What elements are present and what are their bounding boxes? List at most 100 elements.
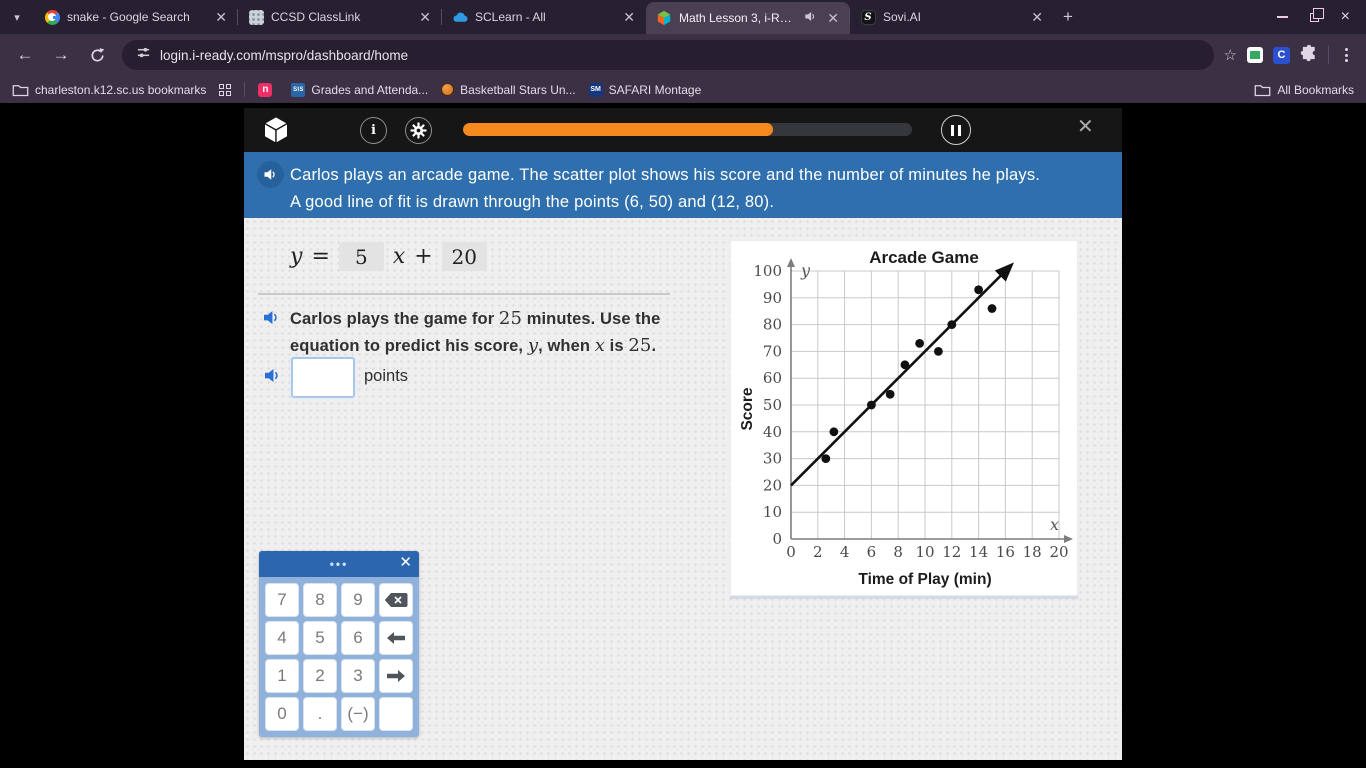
browser-menu-button[interactable] xyxy=(1339,44,1354,66)
c-extension-icon[interactable]: C xyxy=(1273,47,1290,64)
tab-math-lesson-iready-active[interactable]: Math Lesson 3, i-Ready ✕ xyxy=(646,2,850,34)
bookmark-item-n[interactable]: n xyxy=(258,83,278,97)
prompt-speaker-icon[interactable] xyxy=(257,161,284,188)
tab-title: Sovi.AI xyxy=(883,10,1021,24)
question-text-part: equation to predict his score, xyxy=(290,337,528,355)
number-keypad: ••• ✕ 789 456 123 0.(−) xyxy=(259,551,419,737)
pause-button[interactable] xyxy=(941,115,971,145)
svg-text:2: 2 xyxy=(813,543,823,561)
keypad-drag-handle[interactable]: ••• xyxy=(259,557,419,571)
svg-text:20: 20 xyxy=(1049,543,1068,561)
lesson-progress-fill xyxy=(463,123,773,136)
svg-text:20: 20 xyxy=(763,476,782,494)
keypad-key-5[interactable]: 5 xyxy=(303,621,337,655)
bookmark-item-grades[interactable]: SIS Grades and Attenda... xyxy=(291,83,428,97)
svg-text:14: 14 xyxy=(969,543,988,561)
keypad-arrow-right-key[interactable] xyxy=(379,659,413,693)
site-info-icon[interactable] xyxy=(136,45,151,65)
window-close-button[interactable]: × xyxy=(1341,9,1350,25)
extensions-puzzle-icon[interactable] xyxy=(1300,44,1318,67)
tab-audio-icon[interactable] xyxy=(804,11,817,25)
tab-close-icon[interactable]: ✕ xyxy=(416,9,434,25)
tab-title: SCLearn - All xyxy=(475,10,613,24)
window-minimize-button[interactable] xyxy=(1277,16,1288,18)
tab-close-icon[interactable]: ✕ xyxy=(824,10,842,26)
managed-bookmarks-folder[interactable]: charleston.k12.sc.us bookmarks xyxy=(12,83,206,97)
sclearn-favicon-icon xyxy=(452,9,468,25)
bookmark-star-icon[interactable]: ☆ xyxy=(1224,46,1237,64)
tab-sclearn[interactable]: SCLearn - All ✕ xyxy=(442,0,646,34)
back-button[interactable]: ← xyxy=(10,40,40,70)
all-bookmarks-label: All Bookmarks xyxy=(1277,83,1354,97)
equation-y-var: y xyxy=(290,244,302,269)
keypad-key-0[interactable]: 0 xyxy=(265,697,299,731)
question-text: Carlos plays the game for 25 minutes. Us… xyxy=(290,306,660,359)
question-text-part: minutes. Use the xyxy=(522,310,660,328)
prompt-line-2: A good line of fit is drawn through the … xyxy=(290,189,1040,216)
y-axis-symbol: y xyxy=(801,261,810,280)
tab-title: CCSD ClassLink xyxy=(271,10,409,24)
url-text: login.i-ready.com/mspro/dashboard/home xyxy=(160,48,408,63)
question-prompt-banner: Carlos plays an arcade game. The scatter… xyxy=(244,152,1122,218)
keypad-key-1[interactable]: 1 xyxy=(265,659,299,693)
prompt-line-1: Carlos plays an arcade game. The scatter… xyxy=(290,162,1040,189)
reload-button[interactable] xyxy=(82,40,112,70)
window-controls: × xyxy=(1261,0,1366,34)
all-bookmarks-button[interactable]: All Bookmarks xyxy=(1254,83,1354,97)
answer-input[interactable] xyxy=(291,357,355,398)
page-content: i ✕ Carlos plays an arcade game. The sca… xyxy=(0,103,1366,768)
keypad-key-4[interactable]: 4 xyxy=(265,621,299,655)
apps-grid-icon[interactable] xyxy=(219,84,231,96)
sis-bookmark-icon: SIS xyxy=(291,83,305,97)
keypad-arrow-left-key[interactable] xyxy=(379,621,413,655)
question-math: 25 xyxy=(628,335,651,356)
new-tab-button[interactable]: + xyxy=(1054,0,1082,34)
svg-text:18: 18 xyxy=(1023,543,1042,561)
svg-text:16: 16 xyxy=(996,543,1015,561)
address-bar[interactable]: login.i-ready.com/mspro/dashboard/home xyxy=(122,40,1214,70)
keypad-empty-key xyxy=(379,697,413,731)
iready-lesson-window: i ✕ Carlos plays an arcade game. The sca… xyxy=(244,108,1122,760)
keypad-key-8[interactable]: 8 xyxy=(303,583,337,617)
sovi-favicon-icon: S xyxy=(860,9,876,25)
basketball-bookmark-icon xyxy=(441,83,454,96)
svg-text:90: 90 xyxy=(763,289,782,307)
keypad-header[interactable]: ••• ✕ xyxy=(259,551,419,577)
keypad-key-6[interactable]: 6 xyxy=(341,621,375,655)
lesson-close-button[interactable]: ✕ xyxy=(1077,117,1094,137)
bookmarks-separator xyxy=(244,82,245,97)
tab-snake-google-search[interactable]: snake - Google Search ✕ xyxy=(34,0,238,34)
tab-sovi-ai[interactable]: S Sovi.AI ✕ xyxy=(850,0,1054,34)
section-divider xyxy=(258,293,670,295)
keypad-key-7[interactable]: 7 xyxy=(265,583,299,617)
slope-value-box: 5 xyxy=(339,242,384,271)
tab-close-icon[interactable]: ✕ xyxy=(212,9,230,25)
window-restore-button[interactable] xyxy=(1310,13,1319,22)
keypad-key-.[interactable]: . xyxy=(303,697,337,731)
google-favicon-icon xyxy=(44,9,60,25)
bookmark-item-basketball[interactable]: Basketball Stars Un... xyxy=(441,83,575,97)
keypad-backspace-key[interactable] xyxy=(379,583,413,617)
keypad-close-button[interactable]: ✕ xyxy=(399,555,412,570)
screenshot-extension-icon[interactable] xyxy=(1247,47,1263,63)
keypad-key-2[interactable]: 2 xyxy=(303,659,337,693)
svg-text:6: 6 xyxy=(867,543,877,561)
keypad-key-3[interactable]: 3 xyxy=(341,659,375,693)
tab-ccsd-classlink[interactable]: CCSD ClassLink ✕ xyxy=(238,0,442,34)
settings-button[interactable] xyxy=(405,117,432,144)
tab-close-icon[interactable]: ✕ xyxy=(620,9,638,25)
keypad-key-(−)[interactable]: (−) xyxy=(341,697,375,731)
answer-speaker-icon[interactable] xyxy=(263,368,282,388)
info-button[interactable]: i xyxy=(360,117,387,144)
question-speaker-icon[interactable] xyxy=(262,310,281,359)
chart-y-axis-label: Score xyxy=(739,359,759,459)
lesson-progress-bar xyxy=(463,123,912,136)
equation-equals: = xyxy=(311,244,329,269)
bookmark-item-safari-montage[interactable]: SM SAFARI Montage xyxy=(589,83,702,97)
forward-button[interactable]: → xyxy=(46,40,76,70)
lesson-header: i ✕ xyxy=(244,108,1122,152)
keypad-key-9[interactable]: 9 xyxy=(341,583,375,617)
bookmark-label: SAFARI Montage xyxy=(609,83,702,97)
tab-search-button[interactable]: ▾ xyxy=(0,0,34,34)
tab-close-icon[interactable]: ✕ xyxy=(1028,9,1046,25)
